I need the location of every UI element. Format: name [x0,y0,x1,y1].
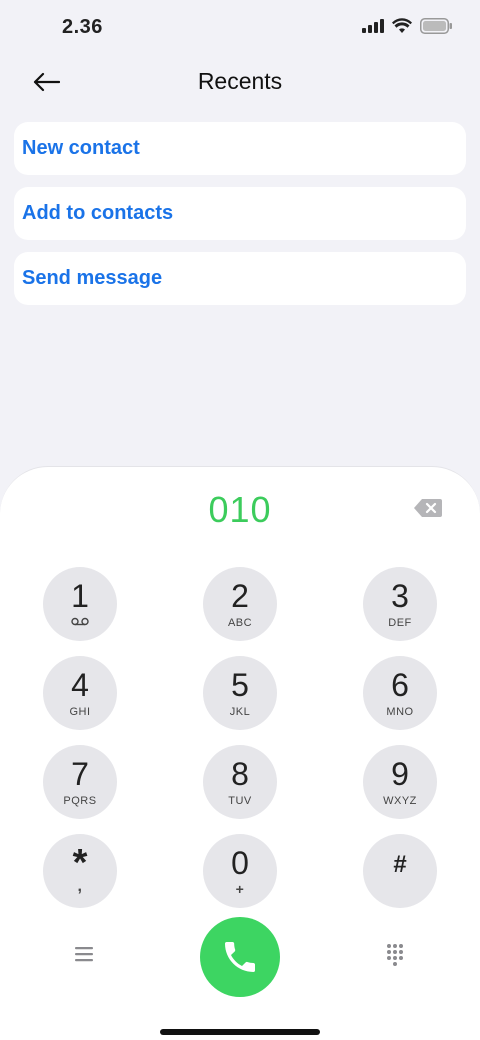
page-title: Recents [197,68,283,94]
key-letters: MNO [386,706,414,718]
key-digit: # [393,851,407,878]
new-contact-button[interactable]: New contact [14,122,466,175]
wifi-icon [392,18,412,33]
key-digit: 1 [71,578,89,614]
key-letters: DEF [388,617,412,629]
key-digit: 0 [231,845,249,881]
key-digit: 9 [391,756,409,792]
backspace-icon [414,499,442,517]
key-digit: 5 [231,667,249,703]
dialpad-icon [387,944,403,966]
dialed-number[interactable]: 010 [0,489,480,531]
key-digit: 2 [231,578,249,614]
battery-icon [420,18,452,34]
header: Recents [0,56,480,108]
key-8[interactable]: 8 TUV [203,745,277,819]
home-indicator[interactable] [160,1029,320,1035]
signal-icon [362,19,384,33]
key-2[interactable]: 2 ABC [203,567,277,641]
menu-icon [75,947,93,962]
key-5[interactable]: 5 JKL [203,656,277,730]
key-letters: WXYZ [383,795,417,807]
key-digit: 6 [391,667,409,703]
key-letters: + [235,881,245,897]
key-letters: JKL [229,706,251,718]
key-hash[interactable]: # [363,834,437,908]
dial-pad: 010 1 2 ABC 3 DEF 4 GHI 5 JKL 6 MNO 7 PQ… [0,466,480,1040]
phone-screen: 2.36 Recents New contact Add to contacts… [0,0,480,1040]
send-message-button[interactable]: Send message [14,252,466,305]
key-letters: GHI [69,706,91,718]
key-letters: PQRS [63,795,97,807]
key-digit: 3 [391,578,409,614]
action-list: New contact Add to contacts Send message [14,122,466,317]
key-9[interactable]: 9 WXYZ [363,745,437,819]
menu-button[interactable] [74,945,94,968]
key-digit: 8 [231,756,249,792]
key-digit: * [72,842,88,884]
key-4[interactable]: 4 GHI [43,656,117,730]
add-to-contacts-button[interactable]: Add to contacts [14,187,466,240]
key-1[interactable]: 1 [43,567,117,641]
backspace-button[interactable] [413,497,443,519]
key-3[interactable]: 3 DEF [363,567,437,641]
status-icons [362,18,452,34]
key-7[interactable]: 7 PQRS [43,745,117,819]
key-0[interactable]: 0 + [203,834,277,908]
key-letters: ABC [227,617,253,629]
voicemail-icon [71,617,89,626]
phone-icon [225,942,255,972]
status-bar: 2.36 [0,0,480,56]
key-letters: TUV [228,795,252,807]
key-digit: 4 [71,667,89,703]
key-6[interactable]: 6 MNO [363,656,437,730]
key-letters: , [77,878,83,895]
status-time: 2.36 [62,16,103,38]
key-digit: 7 [71,756,89,792]
call-button[interactable] [200,917,280,997]
key-star[interactable]: * , [43,834,117,908]
dialpad-toggle-button[interactable] [386,943,404,972]
